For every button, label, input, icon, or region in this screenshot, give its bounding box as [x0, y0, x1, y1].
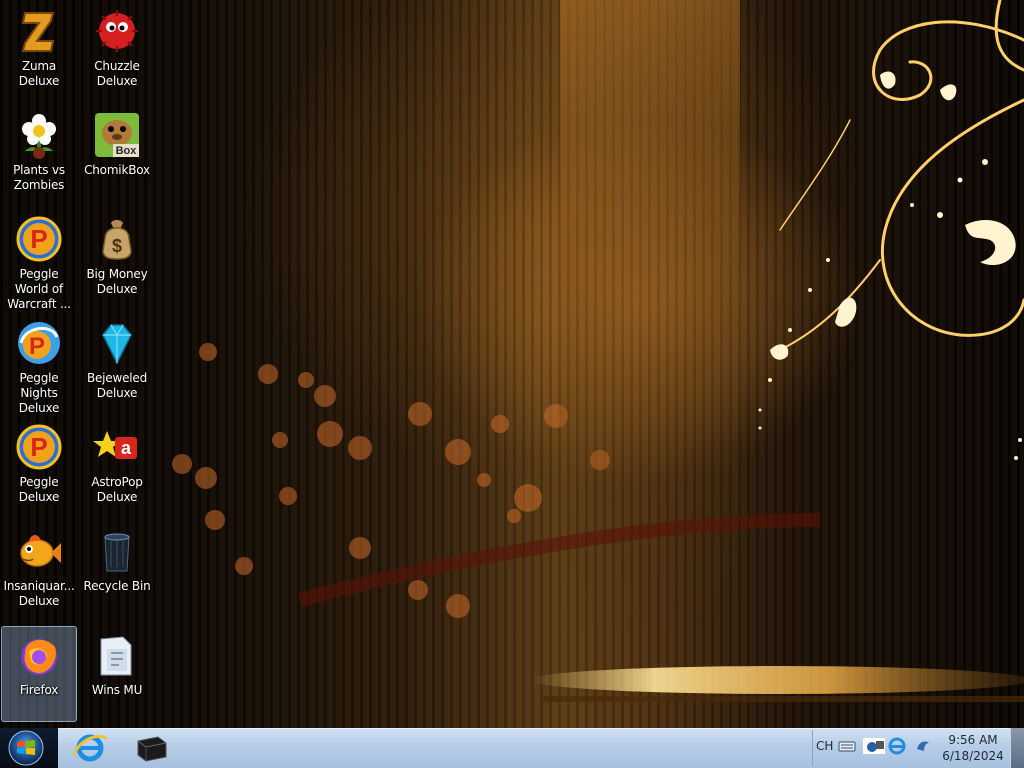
desktop-icon-chomikbox[interactable]: Box ChomikBox: [79, 106, 155, 202]
svg-text:P: P: [30, 432, 47, 462]
desktop-icon-peggle-nights[interactable]: P Peggle Nights Deluxe: [1, 314, 77, 415]
desktop-icon-insaniquarium[interactable]: Insaniquar... Deluxe: [1, 522, 77, 618]
plants-vs-zombies-icon: [15, 111, 63, 159]
firefox-icon: [15, 631, 63, 679]
recycle-bin-icon: [93, 527, 141, 575]
desktop-icon-bejeweled[interactable]: Bejeweled Deluxe: [79, 314, 155, 410]
desktop-icon-label: Bejeweled Deluxe: [86, 371, 148, 400]
show-desktop-button[interactable]: [1010, 728, 1024, 768]
desktop-icon-zuma[interactable]: Zuma Deluxe: [1, 2, 77, 98]
terminal-icon: [137, 736, 167, 762]
svg-text:P: P: [30, 224, 47, 254]
desktop-icon-label: Peggle World of Warcraft ...: [7, 267, 71, 311]
taskbar-internet-explorer[interactable]: [68, 731, 112, 765]
money-bag-icon: $: [93, 215, 141, 263]
desktop-icon-label: Firefox: [19, 683, 59, 697]
chuzzle-icon: [93, 7, 141, 55]
svg-text:$: $: [112, 236, 122, 256]
peggle-icon: P: [15, 215, 63, 263]
desktop-icon-wins-mu[interactable]: Wins MU: [79, 626, 155, 722]
desktop-icon-firefox[interactable]: Firefox: [1, 626, 77, 722]
gem-icon: [93, 319, 141, 367]
folder-icon: [93, 631, 141, 679]
desktop-icon-label: Plants vs Zombies: [13, 163, 65, 192]
svg-text:Box: Box: [116, 145, 138, 157]
windows-logo-icon: [8, 730, 44, 766]
svg-text:a: a: [121, 438, 132, 458]
clock-date: 6/18/2024: [942, 749, 1004, 763]
desktop-icon-label: Peggle Deluxe: [18, 475, 60, 504]
zuma-icon: [15, 7, 63, 55]
taskbar-console[interactable]: [130, 731, 174, 765]
chomikbox-icon: Box: [93, 111, 141, 159]
bird-icon[interactable]: [914, 737, 932, 755]
language-indicator[interactable]: CH: [816, 739, 833, 753]
desktop-icon-recycle-bin[interactable]: Recycle Bin: [79, 522, 155, 618]
desktop-icon-label: Big Money Deluxe: [86, 267, 148, 296]
desktop-icon-astropop[interactable]: a AstroPop Deluxe: [79, 418, 155, 514]
desktop-icon-pvz[interactable]: Plants vs Zombies: [1, 106, 77, 202]
desktop-icon-label: ChomikBox: [84, 163, 150, 177]
fish-icon: [15, 527, 63, 575]
peggle-icon: P: [15, 423, 63, 471]
keyboard-icon[interactable]: [838, 737, 856, 755]
shield-icon[interactable]: [888, 737, 906, 755]
desktop-icon-peggle-wow[interactable]: P Peggle World of Warcraft ...: [1, 210, 77, 311]
network-icon[interactable]: [862, 737, 886, 755]
desktop-icon-peggle[interactable]: P Peggle Deluxe: [1, 418, 77, 514]
internet-explorer-icon: [72, 734, 108, 762]
taskbar-clock[interactable]: 9:56 AM 6/18/2024: [938, 732, 1008, 764]
desktop-icon-chuzzle[interactable]: Chuzzle Deluxe: [79, 2, 155, 98]
desktop-icon-label: Wins MU: [91, 683, 143, 697]
desktop-icon-big-money[interactable]: $ Big Money Deluxe: [79, 210, 155, 306]
svg-text:P: P: [29, 333, 45, 360]
desktop-icon-label: Recycle Bin: [83, 579, 151, 593]
start-button[interactable]: [6, 730, 46, 766]
peggle-nights-icon: P: [15, 319, 63, 367]
desktop-icon-label: Zuma Deluxe: [18, 59, 60, 88]
desktop-icon-label: Peggle Nights Deluxe: [18, 371, 60, 415]
desktop-icon-label: Chuzzle Deluxe: [94, 59, 140, 88]
tray-separator: [812, 730, 813, 766]
desktop-icon-label: AstroPop Deluxe: [91, 475, 143, 504]
astropop-icon: a: [93, 423, 141, 471]
clock-time: 9:56 AM: [948, 733, 998, 747]
desktop-icon-label: Insaniquar... Deluxe: [3, 579, 75, 608]
